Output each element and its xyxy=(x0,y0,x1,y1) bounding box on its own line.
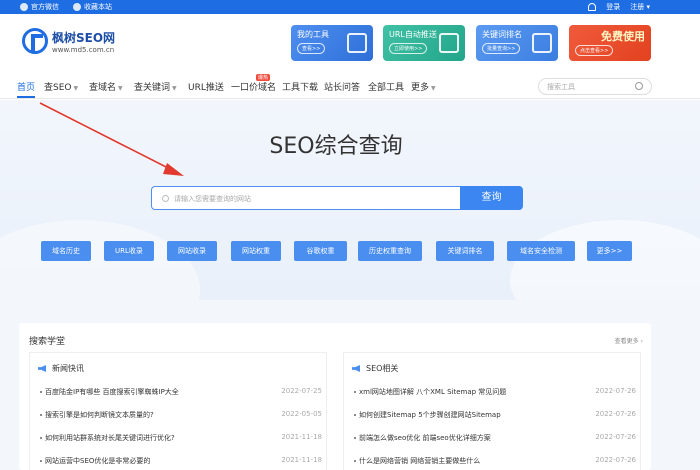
logo-name: 枫树SEO网 xyxy=(52,30,116,45)
nav-download[interactable]: 工具下载 xyxy=(282,80,318,93)
list-item[interactable]: xml网站地图详解 八个XML Sitemap 常见问题 2022-07-26 xyxy=(354,387,636,397)
nav-all-tools[interactable]: 全部工具 xyxy=(368,80,404,93)
bell-icon[interactable] xyxy=(588,3,597,11)
query-button[interactable]: 查询 xyxy=(460,186,523,210)
search-placeholder: 请输入您需要查询的网站 xyxy=(174,195,251,203)
search-academy-panel: 搜索学堂 查看更多 › 新闻快讯 百度陆金IP有哪些 百度搜索引擎蜘蛛IP大全 2… xyxy=(19,323,651,470)
promo-title: 免费使用 xyxy=(601,30,645,43)
quick-site-weight[interactable]: 网站权重 xyxy=(231,241,281,261)
list-item[interactable]: 什么是网络营销 网络营销主要做些什么 2022-07-26 xyxy=(354,456,636,466)
speaker-icon xyxy=(38,365,46,372)
quick-google-weight[interactable]: 谷歌权重 xyxy=(294,241,347,261)
nav-home[interactable]: 首页 xyxy=(17,80,35,93)
logo-icon xyxy=(22,28,48,54)
wechat-icon xyxy=(20,3,28,11)
search-placeholder: 搜索工具 xyxy=(547,83,575,91)
quick-keyword-rank[interactable]: 关键词排名 xyxy=(436,241,494,261)
tool-search-input[interactable]: 搜索工具 xyxy=(538,78,652,95)
list-item[interactable]: 网站运营中SEO优化是非常必要的 2021-11-18 xyxy=(40,456,322,466)
wechat-label: 官方微信 xyxy=(31,3,59,11)
url-icon xyxy=(439,33,459,53)
view-more-link[interactable]: 查看更多 › xyxy=(615,336,643,345)
promo-button[interactable]: 立即使用>> xyxy=(389,43,428,54)
register-link[interactable]: 注册 ▾ xyxy=(630,2,650,12)
promo-my-tools[interactable]: 我的工具 查看>> xyxy=(291,25,373,61)
nav-qa[interactable]: 站长问答 xyxy=(324,80,360,93)
nav-url-push[interactable]: URL推送 xyxy=(188,80,224,93)
bar-chart-icon xyxy=(532,33,552,53)
panel-title: 搜索学堂 xyxy=(29,337,66,347)
promo-url-push[interactable]: URL自动推送 立即使用>> xyxy=(383,25,465,61)
site-search-input[interactable]: 请输入您需要查询的网站 xyxy=(151,186,460,210)
nav-seo[interactable]: 查SEO ▼ xyxy=(44,80,78,93)
list-item[interactable]: 如何利用站群系统对长尾关键词进行优化? 2021-11-18 xyxy=(40,433,322,443)
page-title: SEO综合查询 xyxy=(269,134,403,159)
login-link[interactable]: 登录 xyxy=(606,2,620,12)
list-item[interactable]: 前端怎么做seo优化 前端seo优化详细方案 2022-07-26 xyxy=(354,433,636,443)
chevron-down-icon: ▼ xyxy=(172,85,177,92)
search-icon[interactable] xyxy=(635,82,643,90)
nav-keyword[interactable]: 查关键词 ▼ xyxy=(134,80,177,93)
nav-more[interactable]: 更多 ▼ xyxy=(411,80,436,93)
quick-domain-security[interactable]: 域名安全检测 xyxy=(507,241,575,261)
top-bar: 官方微信 收藏本站 登录 注册 ▾ xyxy=(0,0,700,14)
heart-icon xyxy=(73,3,81,11)
chevron-down-icon: ▼ xyxy=(118,85,123,92)
hot-badge: 爆热 xyxy=(256,74,271,81)
chevron-down-icon: ▼ xyxy=(431,85,436,92)
list-item[interactable]: 搜索引擎是如何判断镜文本质量的? 2022-05-05 xyxy=(40,410,322,420)
quick-domain-history[interactable]: 域名历史 xyxy=(41,241,91,261)
seo-column: SEO相关 xml网站地图详解 八个XML Sitemap 常见问题 2022-0… xyxy=(343,352,641,470)
favorite-label: 收藏本站 xyxy=(84,3,112,11)
promo-button[interactable]: 点击查看>> xyxy=(575,45,614,56)
seo-heading: SEO相关 xyxy=(352,363,398,374)
site-logo[interactable]: 枫树SEO网 www.md5.com.cn xyxy=(22,28,115,54)
wechat-link[interactable]: 官方微信 xyxy=(20,2,59,12)
news-column: 新闻快讯 百度陆金IP有哪些 百度搜索引擎蜘蛛IP大全 2022-07-25 搜索… xyxy=(29,352,327,470)
arrow-right-icon: › xyxy=(640,338,643,345)
nav-fixed-price-domain[interactable]: 一口价域名 xyxy=(231,80,276,93)
quick-url-index[interactable]: URL收录 xyxy=(104,241,154,261)
search-icon xyxy=(162,195,169,202)
promo-button[interactable]: 查看>> xyxy=(297,43,326,54)
quick-more[interactable]: 更多>> xyxy=(587,241,632,261)
favorite-link[interactable]: 收藏本站 xyxy=(73,2,112,12)
header: 枫树SEO网 www.md5.com.cn 我的工具 查看>> URL自动推送 … xyxy=(0,14,700,74)
list-item[interactable]: 如何创建Sitemap 5个步骤创建网站Sitemap 2022-07-26 xyxy=(354,410,636,420)
list-item[interactable]: 百度陆金IP有哪些 百度搜索引擎蜘蛛IP大全 2022-07-25 xyxy=(40,387,322,397)
logo-url: www.md5.com.cn xyxy=(52,45,115,54)
active-tab-indicator xyxy=(17,96,35,98)
main-nav: 首页 查SEO ▼ 查域名 ▼ 查关键词 ▼ URL推送 一口价域名 爆热 工具下载 … xyxy=(0,74,700,99)
quick-site-index[interactable]: 网站收录 xyxy=(167,241,217,261)
promo-free-use[interactable]: 免费使用 点击查看>> xyxy=(569,25,651,61)
speaker-icon xyxy=(352,365,360,372)
promo-keyword-rank[interactable]: 关键词排名 批量查询>> xyxy=(476,25,558,61)
news-heading: 新闻快讯 xyxy=(38,363,84,374)
quick-weight-history[interactable]: 历史权重查询 xyxy=(358,241,422,261)
hero-section: SEO综合查询 请输入您需要查询的网站 查询 域名历史 URL收录 网站收录 网… xyxy=(0,100,700,300)
chevron-down-icon: ▼ xyxy=(73,85,79,92)
nav-domain[interactable]: 查域名 ▼ xyxy=(89,80,123,93)
promo-button[interactable]: 批量查询>> xyxy=(482,43,521,54)
briefcase-icon xyxy=(347,33,367,53)
